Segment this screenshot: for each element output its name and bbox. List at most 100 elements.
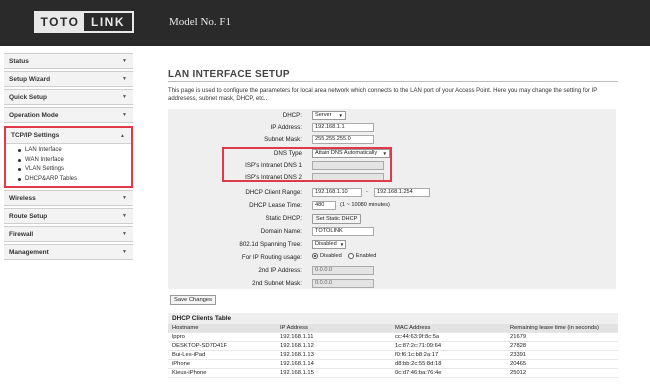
sidebar-item-tcp-ip-settings[interactable]: TCP/IP Settings ▲: [6, 128, 131, 144]
set-static-dhcp-button[interactable]: Set Static DHCP: [312, 214, 362, 224]
table-cell: 23391: [510, 352, 527, 358]
expand-arrow-icon: ▼: [122, 58, 127, 64]
sidebar-item-label: Quick Setup: [9, 93, 47, 101]
sidebar: Status ▼ Setup Wizard ▼ Quick Setup ▼ Op…: [4, 53, 133, 260]
second-ip-label: 2nd IP Address:: [258, 267, 302, 274]
table-row: Kieus-iPhone 192.168.1.15 0c:d7:46:ba:76…: [168, 369, 618, 378]
sidebar-item-firewall[interactable]: Firewall ▼: [4, 226, 133, 242]
header: TOTO LINK Model No. F1: [0, 0, 650, 46]
model-number: Model No. F1: [169, 16, 232, 28]
table-cell: 192.168.1.15: [280, 370, 314, 376]
lease-time-input[interactable]: 480: [312, 201, 336, 210]
dhcp-clients-table: DHCP Clients Table Hostname IP Address M…: [168, 313, 618, 378]
table-cell: 1c:87:2c:71:09:64: [395, 343, 442, 349]
subnet-mask-label: Subnet Mask:: [264, 136, 302, 143]
ip-address-label: IP Address:: [270, 124, 302, 131]
sidebar-item-status[interactable]: Status ▼: [4, 53, 133, 69]
expand-arrow-icon: ▼: [122, 94, 127, 100]
column-header: MAC Address: [395, 325, 431, 331]
sidebar-item-wireless[interactable]: Wireless ▼: [4, 190, 133, 206]
chevron-down-icon: ▼: [339, 242, 345, 247]
tcp-ip-settings-group: TCP/IP Settings ▲ LAN Interface WAN Inte…: [4, 126, 133, 188]
sidebar-item-route-setup[interactable]: Route Setup ▼: [4, 208, 133, 224]
table-row: lppro 192.168.1.11 cc:44:63:9f:8c:5a 216…: [168, 333, 618, 342]
second-mask-label: 2nd Subnet Mask:: [252, 280, 302, 287]
domain-name-input[interactable]: TOTOLINK: [312, 227, 374, 236]
second-mask-input[interactable]: 0.0.0.0: [312, 279, 374, 288]
static-dhcp-label: Static DHCP:: [265, 215, 302, 222]
client-range-start-input[interactable]: 192.168.1.10: [312, 188, 362, 197]
dhcp-table-title: DHCP Clients Table: [168, 313, 618, 324]
second-ip-input[interactable]: 0.0.0.0: [312, 266, 374, 275]
submenu-vlan-settings[interactable]: VLAN Settings: [18, 165, 131, 175]
tcp-ip-submenu: LAN Interface WAN Interface VLAN Setting…: [6, 144, 131, 186]
expand-arrow-icon: ▼: [122, 249, 127, 255]
domain-name-label: Domain Name:: [260, 228, 302, 235]
sidebar-item-label: Setup Wizard: [9, 75, 51, 83]
radio-enabled-label: Enabled: [355, 253, 377, 259]
lease-time-hint: (1 ~ 10080 minutes): [340, 202, 390, 208]
sidebar-item-label: Route Setup: [9, 212, 48, 220]
table-cell: 21679: [510, 334, 527, 340]
dns-settings-highlight: [222, 147, 392, 182]
table-row: iPhone 192.168.1.14 d8:bb:2c:55:8d:18 20…: [168, 360, 618, 369]
radio-enabled[interactable]: [347, 253, 354, 259]
table-cell: d8:bb:2c:55:8d:18: [395, 361, 442, 367]
subnet-mask-input[interactable]: 255.255.255.0: [312, 135, 374, 144]
table-cell: cc:44:63:9f:8c:5a: [395, 334, 440, 340]
sidebar-item-operation-mode[interactable]: Operation Mode ▼: [4, 107, 133, 123]
lease-time-label: DHCP Lease Time:: [249, 202, 302, 209]
sidebar-item-label: Firewall: [9, 230, 34, 238]
sidebar-item-label: Operation Mode: [9, 111, 59, 119]
table-cell: 27828: [510, 343, 527, 349]
ip-routing-label: For IP Routing usage:: [241, 254, 302, 261]
bullet-icon: [18, 149, 21, 153]
totolink-logo[interactable]: TOTO LINK: [34, 11, 134, 33]
submenu-lan-interface[interactable]: LAN Interface: [18, 146, 131, 156]
spanning-tree-select[interactable]: Disabled ▼: [312, 240, 346, 249]
bullet-icon: [18, 177, 21, 181]
table-cell: Bui-Les-iPad: [172, 352, 206, 358]
collapse-arrow-icon: ▲: [120, 132, 125, 139]
table-row: DESKTOP-SD7D41F 192.168.1.12 1c:87:2c:71…: [168, 342, 618, 351]
client-range-label: DHCP Client Range:: [245, 189, 302, 196]
radio-disabled-label: Disabled: [320, 253, 342, 259]
expand-arrow-icon: ▼: [122, 112, 127, 118]
sidebar-item-setup-wizard[interactable]: Setup Wizard ▼: [4, 71, 133, 87]
sidebar-item-management[interactable]: Management ▼: [4, 244, 133, 260]
radio-disabled[interactable]: [312, 253, 318, 259]
sidebar-item-label: Wireless: [9, 194, 36, 202]
submenu-wan-interface[interactable]: WAN Interface: [18, 156, 131, 166]
table-cell: 25012: [510, 370, 527, 376]
lan-settings-form: DHCP: Server ▼ IP Address: 192.168.1.1 Su…: [168, 109, 616, 289]
ip-address-input[interactable]: 192.168.1.1: [312, 123, 374, 132]
expand-arrow-icon: ▼: [122, 195, 127, 201]
dhcp-mode-select[interactable]: Server ▼: [312, 111, 346, 120]
save-changes-button[interactable]: Save Changes: [170, 295, 217, 305]
sidebar-item-quick-setup[interactable]: Quick Setup ▼: [4, 89, 133, 105]
table-row: Bui-Les-iPad 192.168.1.13 f0:f6:1c:b8:2a…: [168, 351, 618, 360]
expand-arrow-icon: ▼: [122, 213, 127, 219]
expand-arrow-icon: ▼: [122, 231, 127, 237]
chevron-down-icon: ▼: [338, 113, 343, 118]
table-cell: 20465: [510, 361, 527, 367]
range-separator: -: [366, 189, 368, 195]
client-range-end-input[interactable]: 192.168.1.254: [374, 188, 430, 197]
column-header: Remaining lease time (in seconds): [510, 325, 599, 331]
table-header-row: Hostname IP Address MAC Address Remainin…: [168, 324, 618, 333]
bullet-icon: [18, 168, 21, 172]
table-cell: 192.168.1.11: [280, 334, 314, 340]
table-cell: 192.168.1.12: [280, 343, 314, 349]
submenu-dhcp-arp-tables[interactable]: DHCP&ARP Tables: [18, 175, 131, 185]
table-cell: 192.168.1.13: [280, 352, 314, 358]
sidebar-item-label: Status: [9, 57, 29, 65]
table-cell: iPhone: [172, 361, 191, 367]
logo-left-text: TOTO: [36, 13, 84, 31]
expand-arrow-icon: ▼: [122, 76, 127, 82]
logo-right-text: LINK: [91, 15, 125, 29]
title-divider: [168, 81, 618, 82]
page-title: LAN INTERFACE SETUP: [168, 69, 290, 80]
dhcp-label: DHCP:: [282, 112, 302, 119]
table-cell: 192.168.1.14: [280, 361, 314, 367]
bullet-icon: [18, 158, 21, 162]
